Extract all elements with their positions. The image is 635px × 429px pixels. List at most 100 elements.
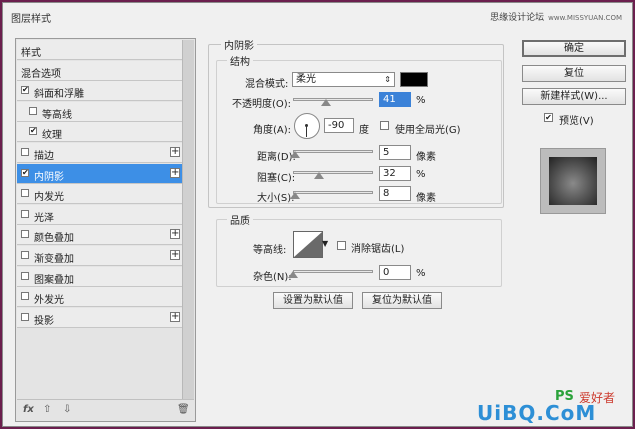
dialog-title: 图层样式 bbox=[11, 14, 51, 25]
size-input[interactable]: 8 bbox=[379, 186, 411, 201]
list-item-checkbox[interactable]: ✔ bbox=[29, 127, 37, 136]
list-item-label: 光泽 bbox=[34, 212, 54, 224]
add-effect-icon[interactable]: + bbox=[170, 250, 180, 260]
list-item-checkbox[interactable] bbox=[21, 292, 29, 301]
list-item-checkbox[interactable] bbox=[21, 148, 29, 156]
section-title: 内阴影 bbox=[221, 37, 257, 52]
reset-default-button[interactable]: 复位为默认值 bbox=[362, 292, 442, 309]
angle-dial[interactable] bbox=[294, 113, 320, 139]
add-effect-icon[interactable]: + bbox=[170, 229, 180, 240]
list-item-checkbox[interactable] bbox=[21, 312, 29, 321]
site-watermark: 思缘设计论坛 www.MISSYUAN.COM bbox=[490, 10, 622, 23]
quality-title: 品质 bbox=[227, 212, 253, 227]
list-item[interactable]: 等高线 bbox=[17, 101, 183, 122]
list-item[interactable]: 颜色叠加 + bbox=[17, 225, 183, 246]
contour-picker[interactable] bbox=[293, 231, 323, 258]
uibq-logo: UiBQ.CoM bbox=[477, 401, 597, 425]
list-scrollbar[interactable] bbox=[182, 40, 194, 400]
list-item[interactable]: 外发光 bbox=[17, 287, 183, 308]
list-item[interactable]: 投影 + bbox=[17, 307, 183, 328]
add-effect-icon[interactable]: + bbox=[170, 167, 180, 178]
distance-unit: 像素 bbox=[416, 152, 436, 163]
list-item-label: 斜面和浮雕 bbox=[34, 89, 84, 101]
list-item[interactable]: 图案叠加 bbox=[17, 266, 183, 287]
shadow-color-swatch[interactable] bbox=[400, 72, 428, 87]
opacity-slider[interactable] bbox=[293, 98, 373, 101]
list-item[interactable]: 样式 bbox=[17, 40, 183, 60]
updown-icon: ⇕ bbox=[384, 75, 391, 84]
antialias-checkbox[interactable] bbox=[337, 241, 346, 250]
distance-input[interactable]: 5 bbox=[379, 145, 411, 160]
list-item[interactable]: 描边 + bbox=[17, 143, 183, 163]
angle-label: 角度(A): bbox=[253, 125, 292, 136]
list-item-checkbox[interactable] bbox=[29, 106, 37, 115]
choke-slider[interactable] bbox=[293, 171, 373, 174]
noise-label: 杂色(N): bbox=[253, 272, 292, 283]
blend-mode-select[interactable]: 柔光 ⇕ bbox=[292, 72, 395, 87]
add-effect-icon[interactable]: + bbox=[170, 311, 180, 322]
size-label: 大小(S): bbox=[257, 193, 295, 204]
list-item-checkbox[interactable]: ✔ bbox=[21, 168, 29, 177]
preview-checkbox[interactable]: ✔ bbox=[544, 113, 553, 122]
angle-input[interactable]: -90 bbox=[324, 118, 354, 133]
new-style-button[interactable]: 新建样式(W)... bbox=[522, 88, 626, 105]
add-effect-icon[interactable]: + bbox=[170, 147, 180, 157]
list-item-label: 样式 bbox=[21, 48, 41, 59]
style-preview bbox=[540, 148, 606, 214]
opacity-label: 不透明度(O): bbox=[232, 99, 292, 110]
ok-button[interactable]: 确定 bbox=[522, 40, 626, 57]
list-item[interactable]: ✔ 纹理 bbox=[17, 122, 183, 143]
list-item-label: 图案叠加 bbox=[34, 274, 74, 286]
list-item[interactable]: ✔ 斜面和浮雕 bbox=[17, 81, 183, 102]
size-slider[interactable] bbox=[293, 191, 373, 194]
list-item-label: 渐变叠加 bbox=[34, 254, 74, 265]
list-item-label: 描边 bbox=[34, 151, 54, 162]
size-unit: 像素 bbox=[416, 193, 436, 204]
distance-slider-thumb[interactable] bbox=[289, 151, 300, 158]
site-text: 思缘设计论坛 bbox=[490, 13, 545, 23]
list-item-checkbox[interactable] bbox=[21, 189, 29, 198]
list-item[interactable]: 混合选项 bbox=[17, 60, 183, 81]
list-item-label: 内阴影 bbox=[34, 171, 64, 183]
list-item[interactable]: 光泽 bbox=[17, 204, 183, 225]
noise-input[interactable]: 0 bbox=[379, 265, 411, 280]
list-item[interactable]: 内发光 bbox=[17, 184, 183, 205]
list-item-label: 外发光 bbox=[34, 295, 64, 307]
noise-unit: % bbox=[416, 268, 426, 279]
move-up-icon[interactable]: ⇧ bbox=[43, 404, 51, 415]
site-url: www.MISSYUAN.COM bbox=[548, 14, 622, 22]
list-footer: fx ⇧ ⇩ 🗑 bbox=[17, 399, 194, 420]
contour-label: 等高线: bbox=[253, 245, 287, 256]
global-light-checkbox[interactable] bbox=[380, 121, 389, 130]
list-item[interactable]: 渐变叠加 + bbox=[17, 246, 183, 266]
list-item-checkbox[interactable] bbox=[21, 230, 29, 239]
choke-input[interactable]: 32 bbox=[379, 166, 411, 181]
move-down-icon[interactable]: ⇩ bbox=[63, 404, 71, 415]
list-item-checkbox[interactable]: ✔ bbox=[21, 86, 29, 95]
noise-slider-thumb[interactable] bbox=[288, 271, 298, 278]
size-slider-thumb[interactable] bbox=[290, 192, 301, 199]
list-item-checkbox[interactable] bbox=[21, 251, 29, 259]
noise-slider[interactable] bbox=[293, 270, 373, 273]
opacity-input[interactable]: 41 bbox=[379, 92, 411, 107]
list-item-label: 纹理 bbox=[42, 130, 62, 142]
list-item[interactable]: ✔ 内阴影 + bbox=[17, 163, 183, 184]
style-list: 样式 混合选项 ✔ 斜面和浮雕 等高线 ✔ 纹理 描边 + ✔ 内阴影 + 内发光 光泽 颜色叠加 + 渐变叠加… bbox=[15, 38, 196, 422]
opacity-slider-thumb[interactable] bbox=[320, 99, 331, 106]
list-item-checkbox[interactable] bbox=[21, 271, 29, 280]
structure-title: 结构 bbox=[227, 53, 253, 68]
angle-unit: 度 bbox=[359, 125, 369, 136]
make-default-button[interactable]: 设置为默认值 bbox=[273, 292, 353, 309]
choke-unit: % bbox=[416, 169, 426, 180]
choke-label: 阻塞(C): bbox=[257, 173, 296, 184]
antialias-label: 消除锯齿(L) bbox=[351, 244, 405, 255]
list-item-checkbox[interactable] bbox=[21, 209, 29, 218]
choke-slider-thumb[interactable] bbox=[313, 172, 324, 179]
contour-dropdown-icon[interactable]: ▼ bbox=[322, 239, 328, 248]
fx-icon[interactable]: fx bbox=[23, 404, 34, 415]
distance-slider[interactable] bbox=[293, 150, 373, 153]
list-item-label: 内发光 bbox=[34, 192, 64, 204]
reset-button[interactable]: 复位 bbox=[522, 65, 626, 82]
trash-icon[interactable]: 🗑 bbox=[177, 404, 190, 415]
blend-mode-value: 柔光 bbox=[296, 74, 316, 85]
